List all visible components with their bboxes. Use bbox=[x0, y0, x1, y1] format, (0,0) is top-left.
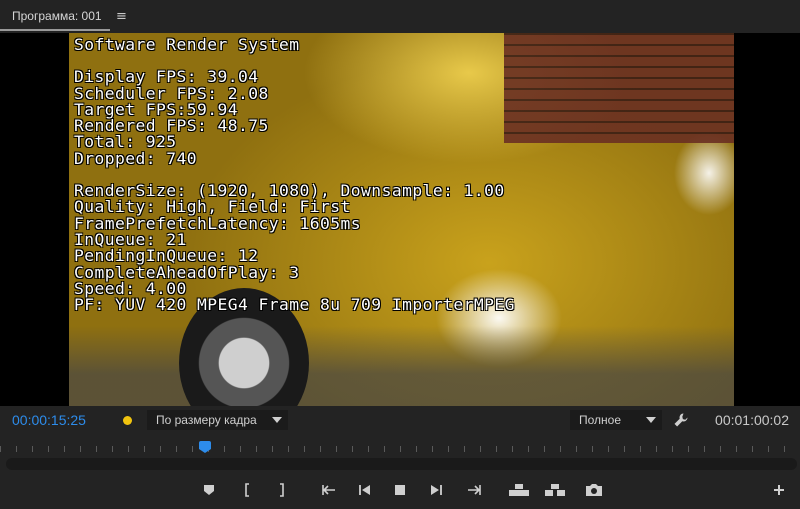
zoom-level-value: По размеру кадра bbox=[156, 413, 257, 427]
program-monitor-viewer[interactable]: Software Render System Display FPS: 39.0… bbox=[0, 33, 800, 406]
ruler-ticks bbox=[0, 446, 800, 452]
mark-out-icon[interactable] bbox=[270, 480, 294, 500]
render-stats-overlay: Software Render System Display FPS: 39.0… bbox=[74, 35, 515, 315]
button-editor-icon[interactable] bbox=[767, 480, 791, 500]
road bbox=[69, 326, 734, 406]
playback-resolution-select[interactable]: Полное bbox=[570, 410, 662, 430]
wrench-icon[interactable] bbox=[672, 410, 690, 430]
panel-header: Программа: 001 ≡ bbox=[0, 0, 800, 32]
hamburger-icon[interactable]: ≡ bbox=[116, 9, 127, 24]
tab-label: Программа: 001 bbox=[12, 9, 102, 23]
extract-icon[interactable] bbox=[543, 480, 567, 500]
mark-in-icon[interactable] bbox=[235, 480, 259, 500]
tab-program-monitor[interactable]: Программа: 001 bbox=[0, 0, 110, 32]
monitor-controls-row: 00:00:15:25 По размеру кадра Полное 00:0… bbox=[0, 406, 800, 434]
stat-dropped: Dropped: 740 bbox=[74, 148, 198, 168]
chevron-down-icon bbox=[646, 417, 656, 423]
export-frame-icon[interactable] bbox=[582, 480, 606, 500]
video-frame: Software Render System Display FPS: 39.0… bbox=[69, 33, 734, 406]
render-pixel-format: PF: YUV 420 MPEG4 Frame 8u 709 ImporterM… bbox=[74, 295, 515, 315]
step-forward-icon[interactable] bbox=[424, 480, 448, 500]
duration-timecode: 00:01:00:02 bbox=[715, 412, 789, 428]
add-marker-icon[interactable] bbox=[197, 480, 221, 500]
stop-icon[interactable] bbox=[388, 480, 412, 500]
brick-wall bbox=[504, 33, 734, 143]
zoom-scrollbar[interactable] bbox=[6, 458, 797, 470]
chevron-down-icon bbox=[272, 417, 282, 423]
playhead[interactable] bbox=[199, 441, 211, 453]
step-back-icon[interactable] bbox=[353, 480, 377, 500]
time-ruler[interactable] bbox=[0, 436, 800, 458]
overlay-title: Software Render System bbox=[74, 35, 300, 54]
current-timecode[interactable]: 00:00:15:25 bbox=[12, 412, 86, 428]
go-to-in-icon[interactable] bbox=[317, 480, 341, 500]
marker-dot bbox=[123, 416, 132, 425]
go-to-out-icon[interactable] bbox=[462, 480, 486, 500]
playback-resolution-value: Полное bbox=[579, 413, 622, 427]
transport-controls bbox=[0, 476, 800, 504]
tab-underline bbox=[0, 29, 110, 31]
zoom-level-select[interactable]: По размеру кадра bbox=[147, 410, 288, 430]
lift-icon[interactable] bbox=[507, 480, 531, 500]
